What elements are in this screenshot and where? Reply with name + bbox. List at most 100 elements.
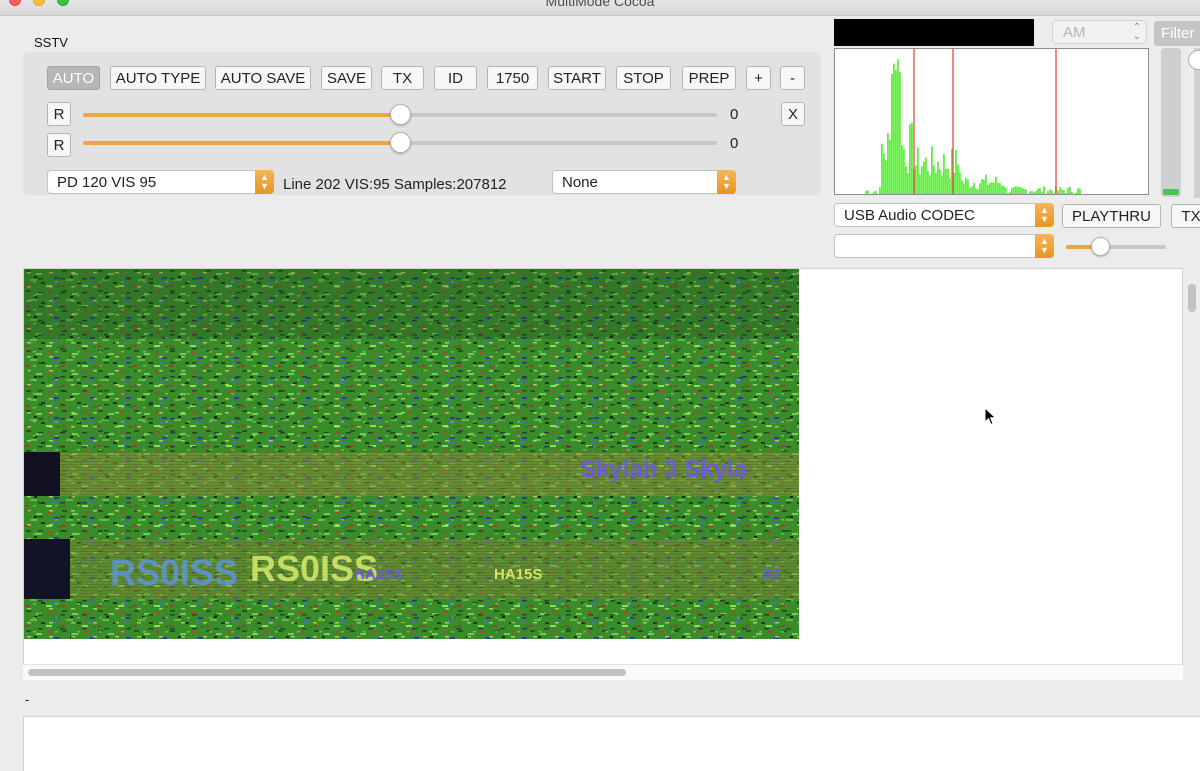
sstv-mode-select[interactable]: PD 120 VIS 95 ▲ ▼ (47, 170, 274, 194)
spectrum-bar (1009, 191, 1011, 194)
gain-slider-knob[interactable] (1091, 237, 1110, 256)
spectrum-bar (889, 139, 891, 194)
title-bar: MultiMode Cocoa (0, 0, 1200, 16)
received-sstv-image: Skylab 3 Skyla RS0ISS RS0ISS HA15S HA15S… (24, 269, 799, 639)
spectrum-bar (969, 187, 971, 194)
plus-button[interactable]: + (746, 66, 771, 90)
spectrum-bar (1079, 188, 1081, 194)
text-area-label: - (25, 692, 30, 707)
auto-button[interactable]: AUTO (47, 66, 100, 90)
sstv-image-viewer[interactable]: Skylab 3 Skyla RS0ISS RS0ISS HA15S HA15S… (23, 268, 1183, 680)
spectrum-bar (1057, 190, 1059, 194)
frequency-display (834, 19, 1034, 46)
audio-device-select[interactable]: USB Audio CODEC ▲ ▼ (834, 203, 1054, 227)
spectrum-bar (945, 168, 947, 194)
spectrum-bar (985, 174, 987, 194)
spectrum-bar (929, 175, 931, 194)
spectrum-bar (1027, 193, 1029, 194)
slider-2[interactable] (83, 132, 717, 153)
reset-button-1[interactable]: R (47, 102, 71, 126)
spectrum-bar (939, 169, 941, 194)
tx-button-right[interactable]: TX (1171, 204, 1200, 228)
spectrum-bar (959, 172, 961, 194)
spectrum-bar (1075, 192, 1077, 194)
spectrum-bar (1001, 185, 1003, 194)
spectrum-bar (891, 74, 893, 194)
spectrum-bar (1005, 188, 1007, 194)
spectrum-bar (957, 164, 959, 194)
spectrum-bar (905, 166, 907, 194)
spectrum-bar (901, 145, 903, 194)
spectrum-bar (967, 179, 969, 194)
spectrum-bar (893, 63, 895, 194)
spectrum-bar (899, 72, 901, 194)
id-button[interactable]: ID (434, 66, 477, 90)
start-button[interactable]: START (548, 66, 606, 90)
auto-type-button[interactable]: AUTO TYPE (110, 66, 206, 90)
spectrum-bar (1029, 191, 1031, 194)
prep-button[interactable]: PREP (682, 66, 736, 90)
auto-save-button[interactable]: AUTO SAVE (215, 66, 311, 90)
spectrum-display[interactable] (834, 48, 1149, 195)
mode-popup[interactable]: AM ⌃ ⌄ (1052, 20, 1147, 44)
spectrum-bar (931, 146, 933, 194)
chevron-updown-icon: ▲ ▼ (1035, 203, 1054, 227)
option-select[interactable]: None ▲ ▼ (552, 170, 736, 194)
mode-popup-value: AM (1063, 23, 1086, 41)
spectrum-bar (887, 133, 889, 194)
option-select-value: None (562, 173, 598, 191)
second-device-select[interactable]: ▲ ▼ (834, 234, 1054, 258)
sstv-mode-value: PD 120 VIS 95 (57, 173, 157, 191)
spectrum-bar (885, 160, 887, 194)
spectrum-bar (1041, 191, 1043, 194)
reset-button-2[interactable]: R (47, 133, 71, 157)
horizontal-scroll-thumb[interactable] (28, 669, 626, 676)
text-output-area[interactable] (23, 716, 1200, 771)
slider-2-knob[interactable] (390, 132, 411, 153)
minus-button[interactable]: - (780, 66, 805, 90)
spectrum-bar (993, 182, 995, 194)
tx-button[interactable]: TX (381, 66, 424, 90)
spectrum-bar (871, 193, 873, 194)
chevron-updown-icon: ⌃ ⌄ (1132, 22, 1141, 42)
filter-button[interactable]: Filter (1154, 21, 1200, 46)
spectrum-bar (949, 178, 951, 194)
horizontal-scrollbar[interactable] (23, 664, 1183, 680)
vertical-scroll-thumb[interactable] (1188, 284, 1196, 312)
spectrum-bar (873, 191, 875, 194)
spectrum-bar (1025, 189, 1027, 194)
spectrum-bar (865, 191, 867, 194)
spectrum-bar (947, 168, 949, 194)
spectrum-bar (881, 143, 883, 194)
close-x-button[interactable]: X (781, 102, 805, 126)
spectrum-bar (1017, 186, 1019, 194)
playthru-button[interactable]: PLAYTHRU (1062, 204, 1161, 228)
section-label: SSTV (34, 35, 68, 50)
slider-1-fill (83, 113, 400, 117)
vertical-level-slider[interactable] (1194, 48, 1200, 198)
overlay-text-skylab: Skylab 3 Skyla (580, 456, 747, 483)
spectrum-bar (879, 187, 881, 194)
vertical-slider-knob[interactable] (1188, 50, 1200, 70)
chevron-updown-icon: ▲ ▼ (255, 170, 274, 194)
spectrum-bar (1069, 186, 1071, 194)
spectrum-bar (897, 59, 899, 194)
spectrum-bar (921, 166, 923, 194)
slider-1-value: 0 (730, 106, 739, 123)
gain-slider[interactable] (1066, 237, 1166, 256)
spectrum-bar (927, 171, 929, 194)
spectrum-bar (909, 124, 911, 194)
spectrum-bar (867, 190, 869, 194)
overlay-edge-text: ST (762, 566, 781, 583)
tone-1750-button[interactable]: 1750 (487, 66, 538, 90)
save-button[interactable]: SAVE (321, 66, 372, 90)
spectrum-bar (995, 176, 997, 194)
decode-status: Line 202 VIS:95 Samples:207812 (283, 176, 507, 193)
spectrum-bar (971, 186, 973, 194)
stop-button[interactable]: STOP (616, 66, 671, 90)
spectrum-bar (1045, 193, 1047, 194)
spectrum-bar (933, 165, 935, 194)
spectrum-bar (1031, 191, 1033, 194)
slider-1[interactable] (83, 104, 717, 125)
slider-1-knob[interactable] (390, 104, 411, 125)
